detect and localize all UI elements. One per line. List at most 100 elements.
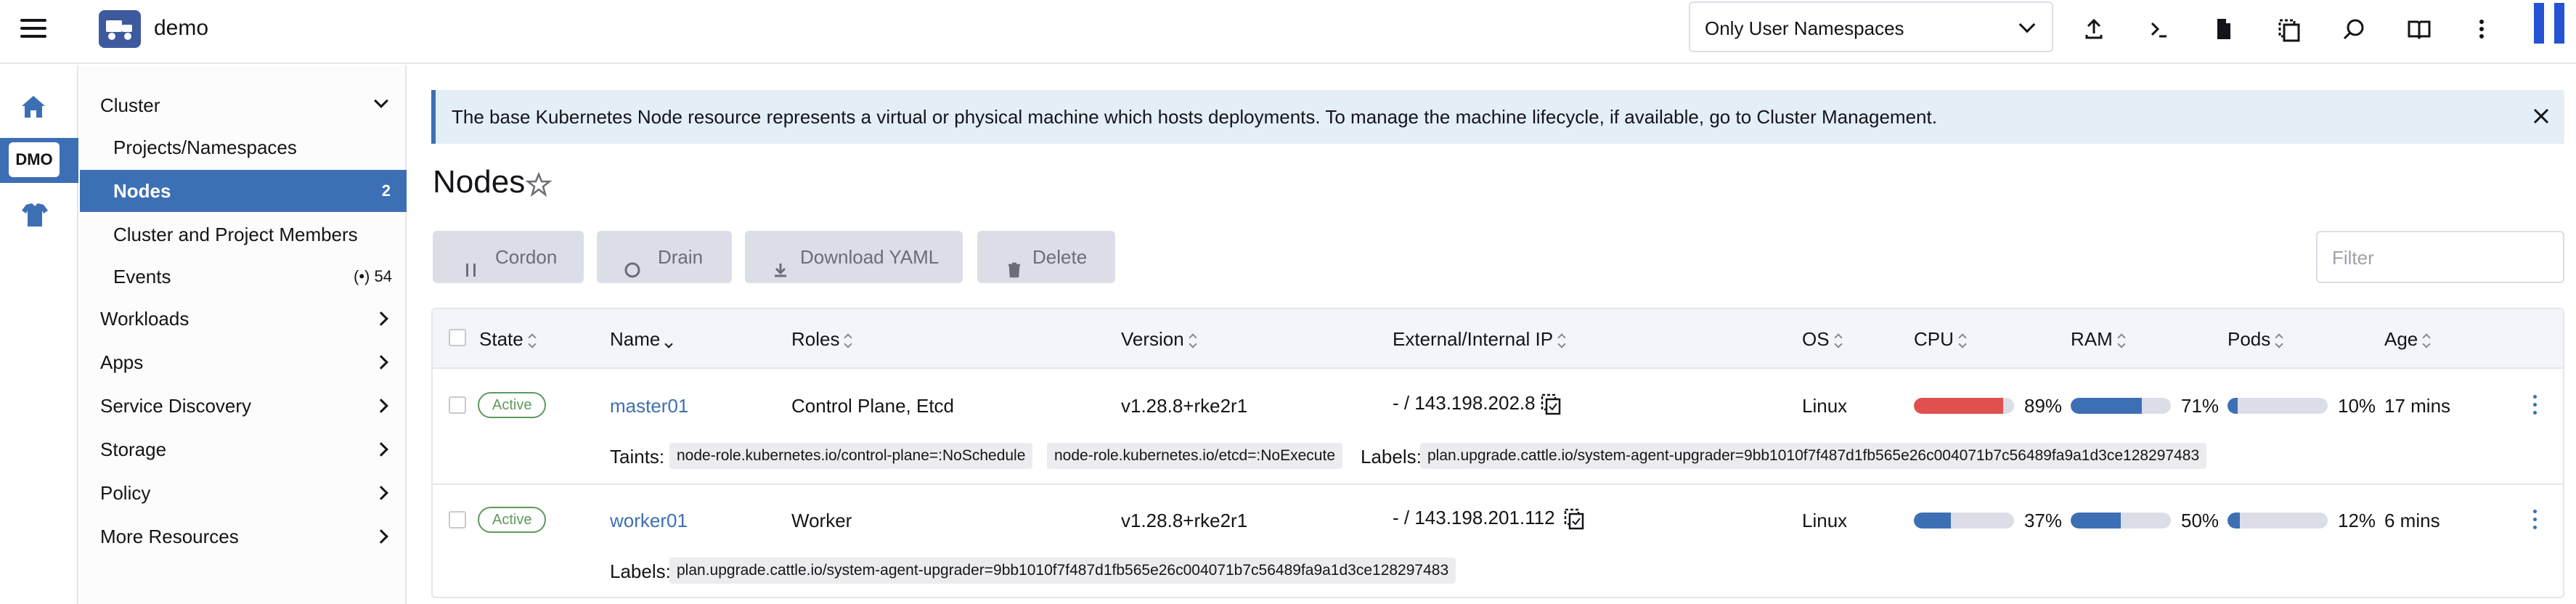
chevron-right-icon (374, 399, 388, 413)
row-actions-icon[interactable] (2531, 395, 2538, 417)
copy-icon[interactable] (1562, 507, 1586, 530)
column-header-age[interactable]: Age (2384, 328, 2432, 351)
column-header-cpu[interactable]: CPU (1914, 328, 1968, 351)
close-icon[interactable] (2528, 103, 2554, 129)
nav-group-more-resources[interactable]: More Resources (80, 515, 407, 558)
docs-icon[interactable] (2403, 13, 2435, 45)
column-label: State (479, 328, 523, 350)
drain-button[interactable]: Drain (597, 231, 732, 283)
node-version: v1.28.8+rke2r1 (1121, 395, 1248, 417)
nav-item-label: Events (113, 266, 171, 287)
import-yaml-icon[interactable] (2078, 13, 2110, 45)
nodes-table: State Name Roles Version External/Intern… (431, 308, 2564, 598)
ram-percent: 50% (2181, 510, 2220, 531)
sort-icon (1557, 333, 1568, 348)
nav-group-label: Cluster (100, 94, 160, 116)
shirt-icon[interactable] (19, 200, 51, 229)
chevron-right-icon (374, 529, 388, 544)
row-actions-icon[interactable] (2531, 510, 2538, 531)
node-ip: - / 143.198.201.112 (1393, 507, 1555, 528)
page-title: Nodes (433, 164, 526, 200)
sort-icon (528, 333, 538, 348)
row-checkbox[interactable] (449, 396, 466, 414)
column-header-ram[interactable]: RAM (2071, 328, 2127, 351)
favorite-star-icon[interactable] (525, 171, 553, 197)
ram-usage-bar (2071, 398, 2171, 414)
kubectl-shell-icon[interactable] (2143, 13, 2175, 45)
column-header-version[interactable]: Version (1121, 328, 1199, 351)
column-label: Pods (2227, 328, 2271, 350)
sort-icon (1189, 333, 1199, 348)
column-header-name[interactable]: Name (610, 328, 674, 351)
nav-group-service-discovery[interactable]: Service Discovery (80, 385, 407, 427)
column-label: Version (1121, 328, 1184, 350)
cpu-usage-bar (1914, 513, 2014, 528)
banner-message: The base Kubernetes Node resource repres… (452, 106, 1937, 128)
nav-group-label: Policy (100, 482, 151, 504)
events-count: 54 (374, 267, 392, 285)
nav-item-events[interactable]: Events (•) 54 (80, 256, 407, 298)
menu-icon[interactable] (20, 19, 46, 42)
cluster-badge[interactable]: DMO (0, 138, 78, 183)
column-label: CPU (1914, 328, 1954, 350)
download-icon (771, 247, 790, 277)
nav-group-policy[interactable]: Policy (80, 472, 407, 514)
pods-percent: 12% (2338, 510, 2376, 531)
cluster-badge-label: DMO (9, 142, 60, 177)
trash-icon (1005, 247, 1024, 278)
taint-tag: node-role.kubernetes.io/control-plane=:N… (669, 443, 1033, 469)
column-label: External/Internal IP (1393, 328, 1554, 350)
label-tag: plan.upgrade.cattle.io/system-agent-upgr… (669, 558, 1456, 584)
cordon-button-label: Cordon (495, 246, 558, 268)
cordon-button[interactable]: Cordon (433, 231, 584, 283)
node-age: 17 mins (2384, 395, 2451, 417)
column-header-state[interactable]: State (479, 328, 538, 351)
ram-usage-fill (2071, 513, 2121, 528)
node-ip: - / 143.198.202.8 (1393, 392, 1536, 414)
more-actions-icon[interactable] (2466, 13, 2498, 45)
events-live-icon: (•) (354, 267, 370, 285)
copy-kubeconfig-icon[interactable] (2273, 13, 2304, 45)
nav-group-label: Storage (100, 438, 167, 460)
nav-group-workloads[interactable]: Workloads (80, 298, 407, 340)
sort-icon (2275, 333, 2285, 348)
nav-group-label: Apps (100, 351, 144, 373)
nav-group-storage[interactable]: Storage (80, 428, 407, 470)
delete-button[interactable]: Delete (977, 231, 1115, 283)
select-all-checkbox[interactable] (449, 329, 466, 346)
nav-group-apps[interactable]: Apps (80, 341, 407, 383)
node-name-link[interactable]: master01 (610, 395, 688, 417)
taints-label: Taints: (610, 446, 665, 468)
nav-item-nodes[interactable]: Nodes 2 (80, 170, 407, 212)
nav-item-cluster-project-members[interactable]: Cluster and Project Members (80, 213, 407, 256)
side-nav: Cluster Projects/Namespaces Nodes 2 Clus… (80, 65, 407, 604)
filter-field[interactable] (2316, 231, 2564, 283)
filter-input[interactable] (2332, 245, 2550, 270)
user-avatar[interactable] (2534, 3, 2566, 44)
column-header-pods[interactable]: Pods (2227, 328, 2285, 351)
home-icon[interactable] (19, 91, 48, 121)
sort-icon (844, 333, 854, 348)
chevron-right-icon (374, 442, 388, 457)
download-yaml-button[interactable]: Download YAML (745, 231, 963, 283)
column-header-ip[interactable]: External/Internal IP (1393, 328, 1568, 351)
cluster-name: demo (154, 16, 209, 40)
nav-group-label: Workloads (100, 308, 189, 330)
namespace-filter-select[interactable]: Only User Namespaces (1689, 1, 2053, 52)
resource-search-icon[interactable] (2338, 13, 2370, 45)
nav-item-projects-namespaces[interactable]: Projects/Namespaces (80, 126, 407, 168)
nav-item-label: Projects/Namespaces (113, 136, 297, 158)
copy-icon[interactable] (1539, 392, 1562, 415)
chevron-right-icon (374, 311, 388, 326)
cpu-usage-fill (1914, 513, 1952, 528)
nav-group-label: More Resources (100, 526, 239, 547)
column-header-roles[interactable]: Roles (791, 328, 854, 351)
nav-item-count: 2 (381, 181, 391, 200)
row-divider (433, 483, 2563, 485)
kubeconfig-download-icon[interactable] (2207, 13, 2239, 45)
row-checkbox[interactable] (449, 511, 466, 528)
nav-group-cluster[interactable]: Cluster (80, 84, 407, 126)
node-name-link[interactable]: worker01 (610, 510, 688, 532)
column-header-os[interactable]: OS (1802, 328, 1844, 351)
chevron-down-icon (374, 94, 388, 108)
